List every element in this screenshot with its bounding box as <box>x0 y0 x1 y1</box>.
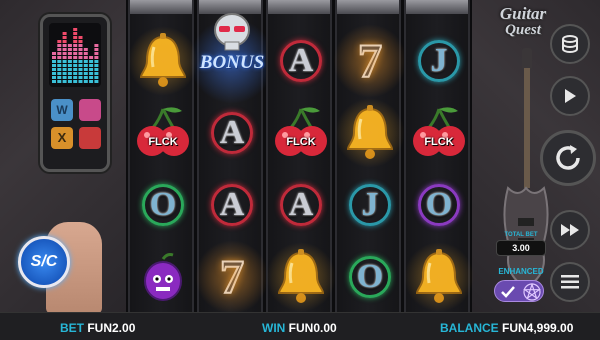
reel-cap <box>406 0 468 14</box>
win-display: WIN FUN0.00 <box>262 321 337 335</box>
reel-3: A FLCK A <box>266 0 336 312</box>
symbol-plum <box>130 246 196 308</box>
checkmark-icon <box>501 286 515 298</box>
logo-line2: Quest <box>505 22 541 38</box>
equalizer-screen <box>49 23 101 87</box>
symbol-A: A <box>199 174 265 236</box>
equalizer-device: W X <box>40 14 110 172</box>
play-icon <box>565 89 576 103</box>
bottom-bar: BET FUN2.00 WIN FUN0.00 BALANCE FUN4,999… <box>0 312 600 340</box>
equalizer-bars-icon <box>52 28 99 83</box>
symbol-J: J <box>337 174 403 236</box>
menu-button[interactable] <box>550 262 590 302</box>
symbol-cherry: FLCK <box>130 102 196 164</box>
symbol-A: A <box>199 102 265 164</box>
cherry-label: FLCK <box>424 136 454 148</box>
reel-5: J FLCK O <box>404 0 474 312</box>
autoplay-button[interactable] <box>550 76 590 116</box>
bet-value: FUN2.00 <box>87 321 136 335</box>
game-logo: Guitar Quest <box>490 4 556 38</box>
symbol-cherry: FLCK <box>406 102 472 164</box>
reel-4: 7 JO <box>333 0 407 312</box>
fast-forward-icon <box>561 224 579 236</box>
menu-icon <box>561 275 579 289</box>
symbol-bell <box>335 98 405 168</box>
total-bet-value: 3.00 <box>496 240 546 256</box>
logo-line1: Guitar <box>499 4 547 23</box>
total-bet-panel[interactable]: TOTAL BET 3.00 <box>496 232 546 256</box>
symbol-bonus-skull: BONUS <box>189 13 275 104</box>
seven-glyph: 7 <box>219 250 245 305</box>
pad-circle <box>79 99 101 121</box>
coins-stack-icon <box>562 35 578 53</box>
win-value: FUN0.00 <box>288 321 337 335</box>
balance-label: BALANCE <box>440 321 499 335</box>
symbol-cherry: FLCK <box>268 102 334 164</box>
pad-square <box>79 127 101 149</box>
turbo-button[interactable] <box>550 210 590 250</box>
symbol-bell <box>128 26 198 96</box>
bet-display[interactable]: BET FUN2.00 <box>60 321 135 335</box>
balance-value: FUN4,999.00 <box>502 321 574 335</box>
symbol-A: A <box>268 174 334 236</box>
pad-x: X <box>51 127 73 149</box>
balance-display: BALANCE FUN4,999.00 <box>440 321 573 335</box>
cherry-label: FLCK <box>148 136 178 148</box>
spin-button[interactable] <box>540 130 596 186</box>
cherry-label: FLCK <box>286 136 316 148</box>
symbol-seven: 7 <box>195 240 269 314</box>
bonus-label: BONUS <box>199 52 265 73</box>
reel-cap <box>337 0 399 14</box>
seven-glyph: 7 <box>357 34 383 89</box>
enhanced-toggle[interactable] <box>494 280 544 302</box>
symbol-O: O <box>406 174 472 236</box>
reel-cap <box>268 0 330 14</box>
spin-refresh-icon <box>556 145 580 170</box>
pentagram-icon <box>523 283 541 301</box>
symbol-O: O <box>337 246 403 308</box>
sc-badge[interactable]: S/C <box>18 236 70 288</box>
symbol-bell <box>404 242 474 312</box>
enhanced-label: ENHANCED <box>498 267 544 276</box>
reel-1: FLCK O <box>128 0 198 312</box>
total-bet-label: TOTAL BET <box>504 232 538 238</box>
symbol-bell <box>266 242 336 312</box>
symbol-circle-green: O <box>130 174 196 236</box>
coins-button[interactable] <box>550 24 590 64</box>
win-label: WIN <box>262 321 286 335</box>
reel-area: FLCK O BONUS A A 7 A FLCK A 7 J O J FLCK O <box>126 0 474 314</box>
symbol-seven: 7 <box>333 24 407 98</box>
symbol-J: J <box>406 30 472 92</box>
symbol-A: A <box>268 30 334 92</box>
reel-2: BONUS A A 7 <box>189 0 275 314</box>
sc-badge-label: S/C <box>30 253 58 270</box>
bet-label: BET <box>60 321 84 335</box>
reel-cap <box>130 0 192 14</box>
pad-w: W <box>51 99 73 121</box>
